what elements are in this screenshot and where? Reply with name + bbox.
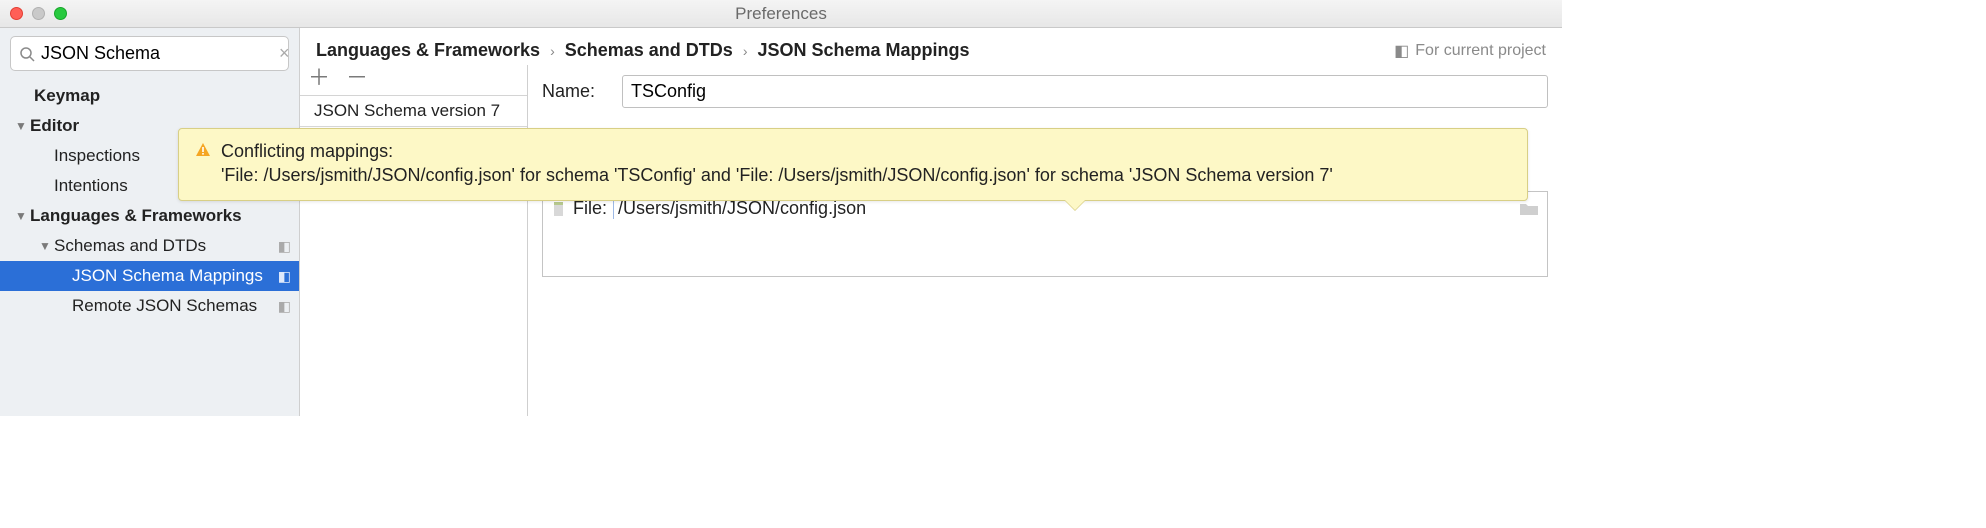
- scope-icon: ◧: [278, 238, 291, 255]
- warning-icon: [195, 142, 211, 158]
- chevron-right-icon: ›: [743, 43, 748, 59]
- chevron-down-icon: ▼: [12, 119, 30, 133]
- sidebar-item-schemas-dtds[interactable]: ▼Schemas and DTDs◧: [0, 231, 299, 261]
- list-item[interactable]: JSON Schema version 7: [300, 96, 527, 127]
- tooltip-pointer: [1065, 200, 1085, 210]
- window-controls: [10, 7, 67, 20]
- scope-icon: ◧: [1394, 41, 1409, 61]
- search-field[interactable]: ×: [10, 36, 289, 71]
- window-title: Preferences: [0, 4, 1562, 24]
- chevron-right-icon: ›: [550, 43, 555, 59]
- schema-list-panel: ＋ － JSON Schema version 7 TSConfig: [300, 65, 528, 416]
- mappings-list[interactable]: File: /Users/jsmith/JSON/config.json: [542, 191, 1548, 277]
- breadcrumb-item: Schemas and DTDs: [565, 40, 733, 61]
- breadcrumb: Languages & Frameworks › Schemas and DTD…: [300, 28, 1562, 65]
- zoom-window-button[interactable]: [54, 7, 67, 20]
- tooltip-balloon: Conflicting mappings: 'File: /Users/jsmi…: [178, 128, 1528, 201]
- breadcrumb-item: Languages & Frameworks: [316, 40, 540, 61]
- file-icon: [551, 201, 567, 217]
- sidebar-item-remote-json-schemas[interactable]: Remote JSON Schemas◧: [0, 291, 299, 321]
- scope-icon: ◧: [278, 268, 291, 285]
- name-input[interactable]: [622, 75, 1548, 108]
- sidebar: × Keymap ▼Editor Inspections◧ Intentions…: [0, 28, 300, 416]
- minimize-window-button[interactable]: [32, 7, 45, 20]
- chevron-down-icon: ▼: [36, 239, 54, 253]
- close-window-button[interactable]: [10, 7, 23, 20]
- list-toolbar: ＋ －: [300, 65, 527, 96]
- tooltip-title: Conflicting mappings:: [221, 139, 1511, 163]
- tooltip-body: 'File: /Users/jsmith/JSON/config.json' f…: [221, 163, 1511, 187]
- breadcrumb-item: JSON Schema Mappings: [757, 40, 969, 61]
- file-prefix-label: File:: [573, 198, 607, 219]
- chevron-down-icon: ▼: [12, 209, 30, 223]
- search-input[interactable]: [35, 41, 279, 66]
- file-path-text: /Users/jsmith/JSON/config.json: [613, 198, 1513, 219]
- details-panel: Name: Warning: conflicting mappings. Sho…: [528, 65, 1562, 416]
- scope-label: ◧ For current project: [1394, 41, 1546, 61]
- clear-search-icon[interactable]: ×: [279, 43, 290, 64]
- settings-tree: Keymap ▼Editor Inspections◧ Intentions ▼…: [0, 81, 299, 321]
- name-label: Name:: [542, 81, 622, 102]
- sidebar-item-languages-frameworks[interactable]: ▼Languages & Frameworks: [0, 201, 299, 231]
- sidebar-item-keymap[interactable]: Keymap: [0, 81, 299, 111]
- add-button[interactable]: ＋: [308, 67, 330, 89]
- sidebar-item-json-schema-mappings[interactable]: JSON Schema Mappings◧: [0, 261, 299, 291]
- search-icon: [19, 46, 35, 62]
- titlebar: Preferences: [0, 0, 1562, 28]
- browse-folder-icon[interactable]: [1519, 201, 1539, 217]
- remove-button[interactable]: －: [346, 67, 368, 89]
- scope-icon: ◧: [278, 298, 291, 315]
